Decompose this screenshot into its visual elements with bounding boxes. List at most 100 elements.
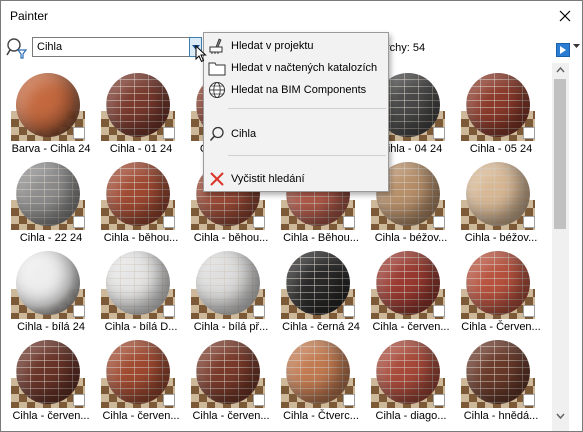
material-checkbox[interactable] [343,216,355,228]
material-checkbox[interactable] [163,216,175,228]
material-checkbox[interactable] [73,127,85,139]
material-tile[interactable]: Cihla - černá 24 [273,249,360,339]
close-icon [559,10,571,22]
material-label: Barva - Cihla 24 [11,143,91,155]
material-tile[interactable]: Cihla - 05 24 [453,71,535,161]
menu-separator [228,108,386,109]
search-filter-icon[interactable] [6,36,28,60]
material-sphere [286,251,350,315]
menu-item-search-project[interactable]: Hledat v projektu [204,35,388,57]
menu-item-recent-search[interactable]: Cihla [204,123,388,145]
material-sphere [16,162,80,226]
material-checkbox[interactable] [163,305,175,317]
globe-icon [207,80,227,100]
material-sphere [466,162,530,226]
material-sphere [196,340,260,404]
material-label: Cihla - běhou... [193,232,269,244]
material-sphere [196,251,260,315]
material-label: Cihla - 22 24 [19,232,83,244]
material-sphere [106,162,170,226]
material-label: Cihla - černá 24 [282,321,360,333]
material-tile[interactable]: Cihla - 01 24 [93,71,175,161]
material-tile[interactable]: Cihla - 22 24 [3,160,85,250]
menu-item-label: Cihla [231,128,257,140]
material-tile[interactable]: Barva - Cihla 24 [3,71,90,161]
material-checkbox[interactable] [523,305,535,317]
material-checkbox[interactable] [433,216,445,228]
material-checkbox[interactable] [73,305,85,317]
material-sphere [106,340,170,404]
material-tile[interactable]: Cihla - běhou... [93,160,178,250]
material-label: Cihla - Čtverc... [283,410,359,422]
material-checkbox[interactable] [253,394,265,406]
expand-panel-button[interactable] [556,43,570,57]
search-options-menu: Hledat v projektu Hledat v načtených kat… [203,32,389,192]
material-label: Cihla - hnědá... [463,410,539,422]
material-checkbox[interactable] [253,216,265,228]
material-checkbox[interactable] [253,305,265,317]
material-label: Cihla - červen... [102,410,180,422]
material-tile[interactable]: Cihla - bílá D... [93,249,177,339]
material-tile[interactable]: Cihla - Červen... [453,249,541,339]
play-icon [560,46,566,54]
scrollbar-thumb[interactable] [554,79,566,229]
mouse-cursor-icon [195,45,207,63]
search-icon [207,124,227,144]
scroll-up-icon[interactable] [552,63,569,77]
material-label: Cihla - červen... [192,410,270,422]
material-label: Cihla - červen... [372,321,450,333]
material-tile[interactable]: Cihla - hnědá... [453,338,538,428]
material-label: Cihla - bílá př... [193,321,269,333]
material-tile[interactable]: Cihla - bílá 24 [3,249,85,339]
painter-window: Painter rchy: 54 [0,0,583,432]
title-bar: Painter [1,1,582,31]
menu-item-label: Vyčistit hledání [231,173,305,185]
material-checkbox[interactable] [73,216,85,228]
material-checkbox[interactable] [523,216,535,228]
material-label: Cihla - bílá D... [104,321,178,333]
material-sphere [466,251,530,315]
vertical-scrollbar[interactable] [552,63,569,431]
material-sphere [376,251,440,315]
close-button[interactable] [552,4,578,28]
material-checkbox[interactable] [163,394,175,406]
material-tile[interactable]: Cihla - béžov... [453,160,537,250]
material-tile[interactable]: Cihla - červen... [363,249,450,339]
options-chevron-icon[interactable] [573,44,580,48]
material-checkbox[interactable] [73,394,85,406]
material-checkbox[interactable] [523,394,535,406]
folder-icon [207,58,227,78]
material-label: Cihla - diago... [375,410,447,422]
menu-separator [228,155,386,156]
material-checkbox[interactable] [523,127,535,139]
material-tile[interactable]: Cihla - Čtverc... [273,338,359,428]
scroll-down-icon[interactable] [552,409,569,423]
material-tile[interactable]: Cihla - červen... [183,338,270,428]
material-checkbox[interactable] [343,305,355,317]
menu-item-search-bim[interactable]: Hledat na BIM Components [204,79,388,101]
material-checkbox[interactable] [163,127,175,139]
material-sphere [466,73,530,137]
search-input[interactable] [32,37,192,57]
material-checkbox[interactable] [343,394,355,406]
clear-icon [207,169,227,189]
material-label: Cihla - Běhou... [283,232,359,244]
material-tile[interactable]: Cihla - bílá př... [183,249,268,339]
material-label: Cihla - červen... [12,410,90,422]
menu-item-search-catalogs[interactable]: Hledat v načtených katalozích [204,57,388,79]
material-checkbox[interactable] [433,305,445,317]
material-tile[interactable]: Cihla - diago... [363,338,446,428]
menu-item-clear-search[interactable]: Vyčistit hledání [204,168,388,190]
material-label: Cihla - Červen... [461,321,541,333]
material-label: Cihla - běhou... [103,232,179,244]
window-title: Painter [10,9,49,23]
material-tile[interactable]: Cihla - červen... [3,338,90,428]
material-checkbox[interactable] [433,394,445,406]
material-checkbox[interactable] [433,127,445,139]
material-label: Cihla - béžov... [374,232,448,244]
material-sphere [286,340,350,404]
material-sphere [16,251,80,315]
result-count: rchy: 54 [386,42,426,54]
brush-icon [207,36,227,56]
material-tile[interactable]: Cihla - červen... [93,338,180,428]
